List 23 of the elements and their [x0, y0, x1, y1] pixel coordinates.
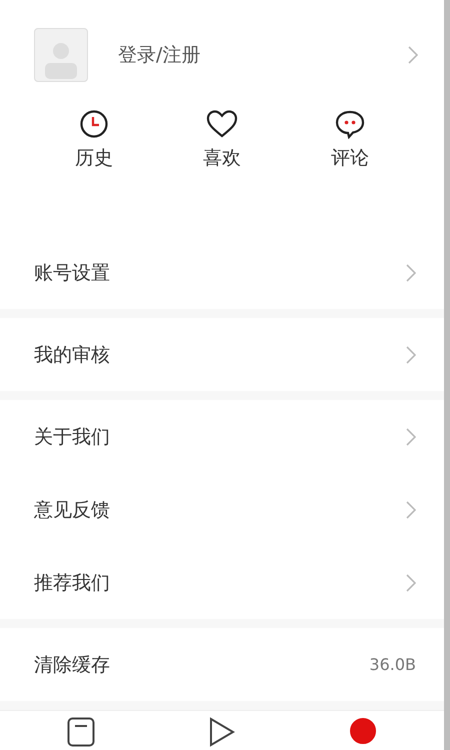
chevron-icon: [406, 346, 416, 364]
clock-icon: [79, 109, 109, 139]
menu-item[interactable]: 清除缓存: [34, 652, 370, 678]
chevron-icon: [408, 46, 418, 64]
chevron-icon: [406, 500, 416, 518]
shortcut-button[interactable]: 评论: [310, 109, 390, 171]
menu-item[interactable]: 我的审核: [34, 342, 406, 368]
menu-item[interactable]: 意见反馈: [34, 496, 406, 522]
speech-bubble-icon: [334, 109, 366, 139]
menu-item[interactable]: 账号设置: [34, 260, 406, 286]
login-link[interactable]: 登录/注册: [118, 42, 408, 68]
document-icon[interactable]: [66, 717, 95, 747]
menu-item[interactable]: 关于我们: [34, 424, 406, 450]
menu-item[interactable]: 推荐我们: [34, 570, 406, 596]
chevron-icon: [406, 428, 416, 446]
cache-size: 36.0B: [369, 655, 416, 674]
chevron-icon: [406, 574, 416, 592]
heart-icon: [206, 109, 238, 139]
profile-icon[interactable]: [350, 717, 376, 747]
play-icon[interactable]: [208, 717, 235, 747]
shortcut-button[interactable]: 喜欢: [182, 109, 262, 171]
shortcut-button[interactable]: 历史: [54, 109, 134, 171]
chevron-icon: [406, 264, 416, 282]
